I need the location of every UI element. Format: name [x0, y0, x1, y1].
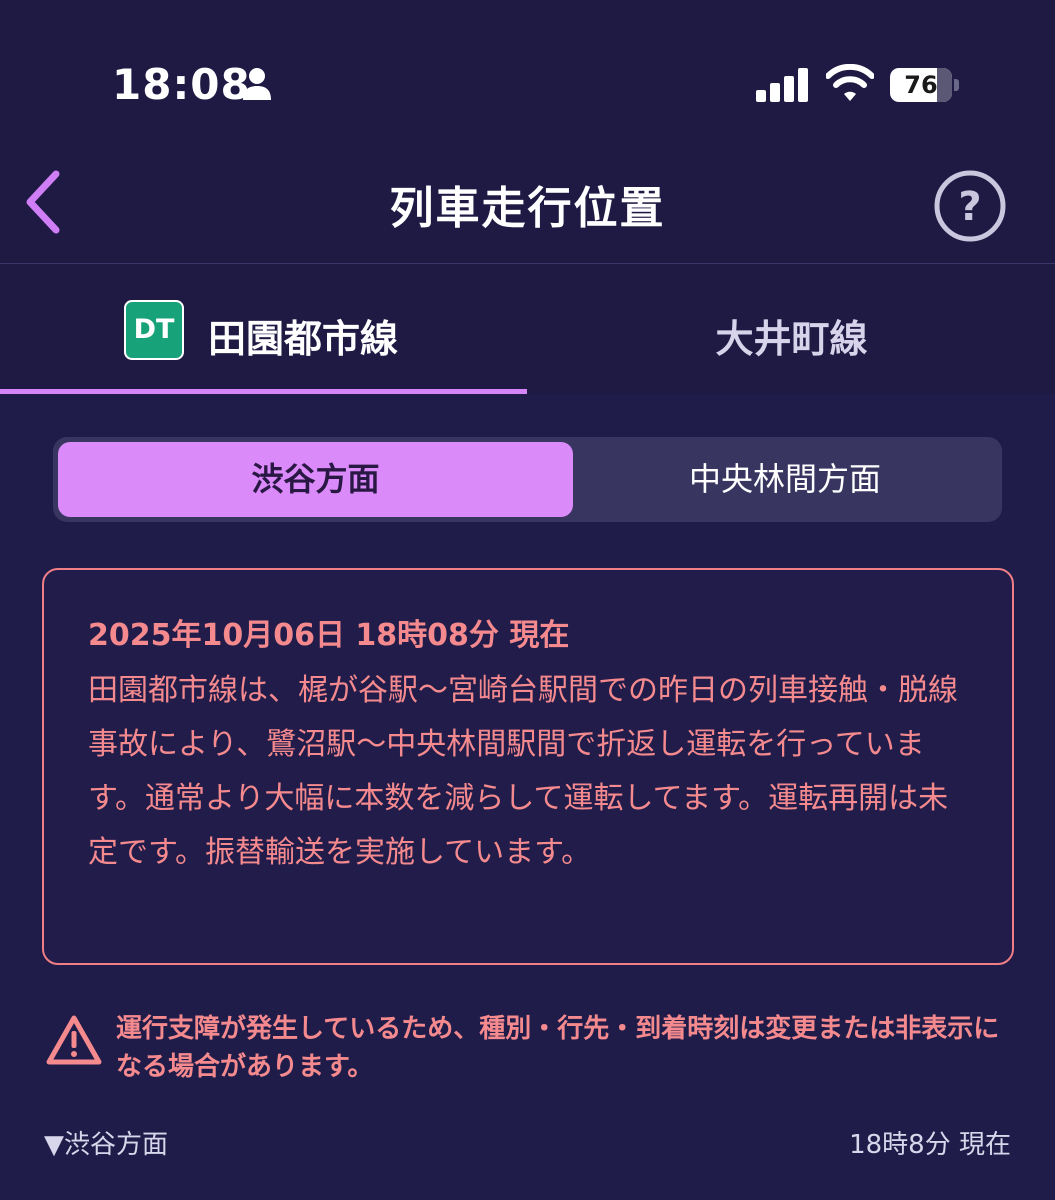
notice-message: 田園都市線は、梶が谷駅〜宮崎台駅間での昨日の列車接触・脱線事故により、鷺沼駅〜中…	[88, 673, 958, 870]
battery-indicator: 76	[890, 68, 960, 102]
updated-time-label: 18時8分 現在	[849, 1130, 1011, 1160]
page-title: 列車走行位置	[389, 183, 666, 234]
cellular-signal-icon	[756, 68, 808, 102]
battery-body: 76	[890, 68, 952, 102]
warning-triangle-icon	[46, 1015, 102, 1065]
direction-segmented-control: 渋谷方面 中央林間方面	[53, 437, 1002, 522]
svg-text:?: ?	[958, 184, 981, 230]
screen: 18:08 76 列車走行位置 ? DT 田園都市線 大井町線 渋谷方面 中央林…	[0, 0, 1055, 1200]
direction-chuo-rinkan-button[interactable]: 中央林間方面	[573, 442, 997, 517]
line-tabs: DT 田園都市線 大井町線	[0, 264, 1055, 394]
tab-oimachi-line[interactable]: 大井町線	[528, 264, 1055, 394]
status-time: 18:08	[112, 60, 251, 109]
status-bar: 18:08 76	[0, 0, 1055, 140]
battery-level: 76	[904, 71, 938, 99]
wifi-icon	[826, 64, 874, 101]
tab-label: 田園都市線	[208, 317, 399, 361]
service-notice-box: 2025年10月06日 18時08分 現在 田園都市線は、梶が谷駅〜宮崎台駅間で…	[42, 568, 1014, 965]
help-button[interactable]: ?	[932, 168, 1008, 244]
person-icon	[243, 68, 271, 100]
tab-label: 大井町線	[715, 317, 868, 361]
direction-shibuya-button[interactable]: 渋谷方面	[58, 442, 573, 517]
notice-datetime: 2025年10月06日 18時08分 現在	[88, 618, 570, 653]
nav-header: 列車走行位置 ?	[0, 140, 1055, 264]
warning-text: 運行支障が発生しているため、種別・行先・到着時刻は変更または非表示になる場合があ…	[116, 1014, 1000, 1082]
question-circle-icon: ?	[934, 170, 1006, 242]
battery-tip	[954, 79, 959, 91]
selected-tab-indicator	[0, 389, 527, 394]
line-badge: DT	[124, 300, 184, 360]
tab-den-en-toshi-line[interactable]: DT 田園都市線	[0, 264, 527, 394]
direction-section-label: ▼渋谷方面	[44, 1130, 168, 1160]
